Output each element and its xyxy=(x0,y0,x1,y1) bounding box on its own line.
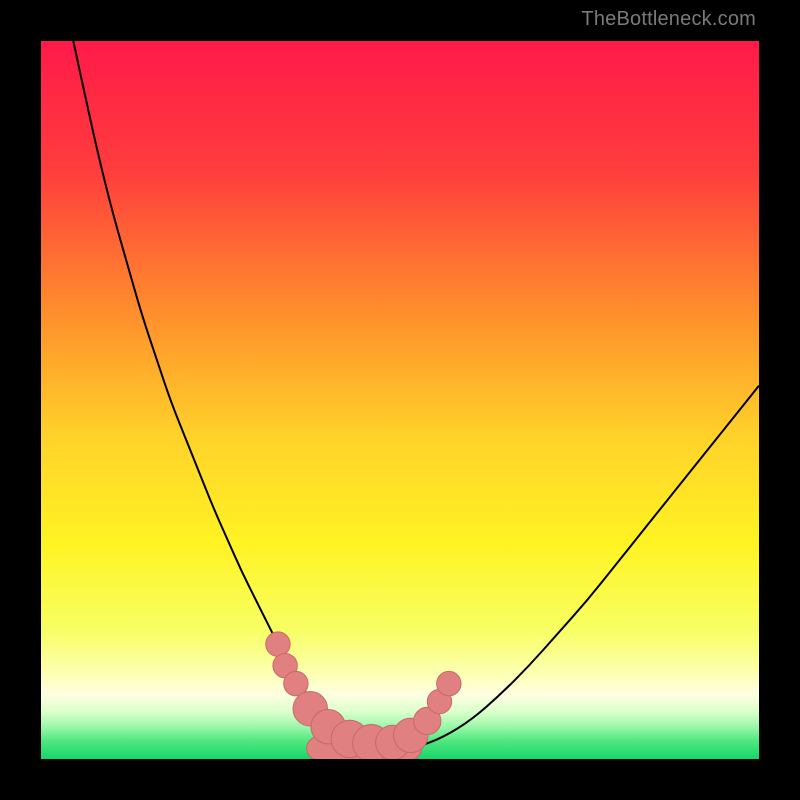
plot-area xyxy=(41,41,759,759)
bottleneck-curve xyxy=(73,41,759,750)
chart-frame: TheBottleneck.com xyxy=(0,0,800,800)
watermark-text: TheBottleneck.com xyxy=(581,8,756,31)
trough-beads xyxy=(266,632,461,759)
curve-layer xyxy=(41,41,759,759)
